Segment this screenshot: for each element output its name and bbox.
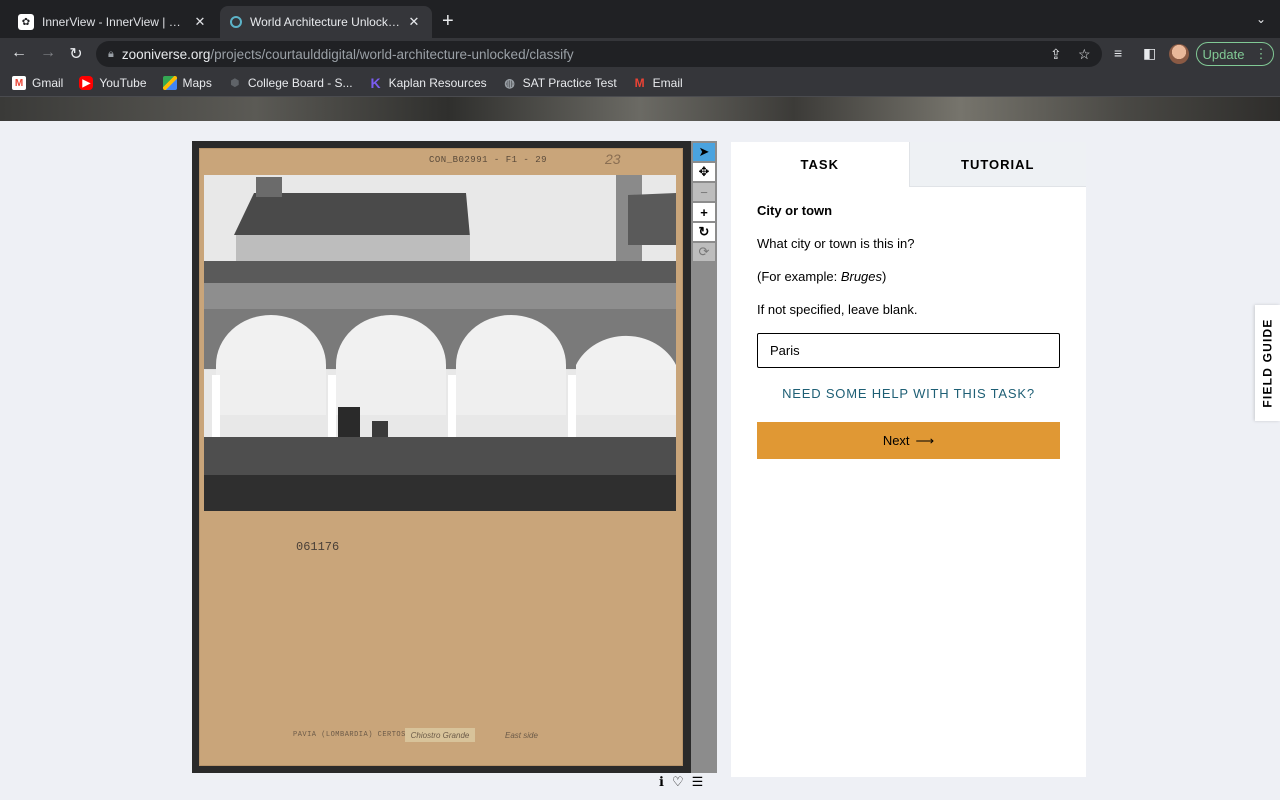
next-label: Next — [882, 433, 910, 448]
url-path: /projects/courtaulddigital/world-archite… — [210, 46, 574, 62]
gmail-icon: M — [634, 76, 645, 90]
reset-view-icon[interactable]: ⟳ — [693, 243, 715, 261]
kaplan-icon: K — [370, 75, 381, 91]
task-tabs: TASK TUTORIAL — [731, 142, 1086, 187]
tab-world-architecture[interactable]: World Architecture Unlocked » ✕ — [220, 6, 432, 38]
field-guide-label: FIELD GUIDE — [1260, 318, 1275, 408]
viewer-toolbar: ➤ ✥ − + ↻ ⟳ — [691, 141, 717, 773]
close-tab-icon[interactable]: ✕ — [406, 14, 422, 30]
bookmark-email[interactable]: M Email — [633, 76, 683, 90]
tab-tutorial[interactable]: TUTORIAL — [908, 142, 1086, 187]
bookmark-youtube[interactable]: ▶ YouTube — [79, 76, 147, 90]
bookmark-gmail[interactable]: M Gmail — [12, 76, 63, 90]
collections-list-icon[interactable]: ☰ — [692, 774, 704, 790]
architecture-photo — [204, 175, 676, 511]
tab-task[interactable]: TASK — [731, 142, 909, 187]
new-tab-icon[interactable]: + — [442, 10, 454, 33]
bookmarks-bar: M Gmail ▶ YouTube Maps ⬢ College Board -… — [0, 70, 1280, 97]
rotate-icon[interactable]: ↻ — [693, 223, 715, 241]
tab-title: World Architecture Unlocked » — [250, 15, 400, 29]
kebab-menu-icon: ⋮ — [1254, 46, 1268, 61]
innerview-icon: ✿ — [18, 14, 34, 30]
city-answer-input[interactable]: Paris — [757, 333, 1060, 368]
bookmark-label: Kaplan Resources — [388, 76, 487, 90]
example-suffix: ) — [882, 269, 887, 284]
tab-innerview[interactable]: ✿ InnerView - InnerView | Studen ✕ — [8, 6, 218, 38]
bookmark-label: Gmail — [32, 76, 64, 90]
forward-arrow-icon[interactable]: → — [38, 44, 58, 62]
bookmark-star-icon[interactable]: ☆ — [1078, 46, 1091, 63]
task-title: City or town — [757, 203, 833, 218]
task-question: What city or town is this in? — [757, 236, 915, 251]
reload-icon[interactable]: ↻ — [66, 44, 86, 64]
back-arrow-icon[interactable]: ← — [9, 44, 29, 62]
bookmark-sat-practice[interactable]: ◍ SAT Practice Test — [503, 76, 617, 90]
youtube-icon: ▶ — [79, 76, 94, 90]
favorite-heart-icon[interactable]: ♡ — [672, 774, 684, 790]
bookmark-maps[interactable]: Maps — [162, 76, 212, 90]
zoom-in-icon[interactable]: + — [693, 203, 715, 221]
browser-tab-strip: ✿ InnerView - InnerView | Studen ✕ World… — [0, 0, 1280, 38]
field-guide-tab[interactable]: FIELD GUIDE — [1255, 305, 1280, 421]
globe-icon: ◍ — [504, 76, 515, 90]
close-tab-icon[interactable]: ✕ — [192, 14, 208, 30]
maps-icon — [162, 76, 177, 90]
bookmark-label: SAT Practice Test — [522, 76, 617, 90]
bookmark-label: College Board - S... — [247, 76, 353, 90]
card-side-note: East side — [505, 731, 538, 740]
update-label: Update — [1202, 46, 1245, 62]
tab-search-chevron-icon[interactable]: ⌄ — [1256, 12, 1266, 26]
bookmark-label: Email — [652, 76, 683, 90]
task-example: (For example: Bruges) — [757, 269, 886, 284]
gmail-icon: M — [12, 76, 26, 90]
example-prefix: (For example: — [757, 269, 841, 284]
card-handwritten-number: 23 — [605, 151, 621, 167]
archive-card: CON_B02991 - F1 - 29 23 061176 PAVIA (LO… — [199, 148, 683, 766]
card-label-strip: Chiostro Grande — [405, 728, 475, 742]
subject-viewer[interactable]: CON_B02991 - F1 - 29 23 061176 PAVIA (LO… — [192, 141, 717, 773]
lock-icon: 🔒︎ — [108, 47, 114, 60]
share-icon[interactable]: ⇪ — [1050, 46, 1062, 63]
next-button[interactable]: Next ⟶ — [757, 422, 1060, 459]
move-tool-icon[interactable]: ✥ — [693, 163, 715, 181]
cloister-photo-illustration — [204, 175, 676, 511]
subject-meta-icons: ℹ︎ ♡ ☰ — [659, 774, 703, 790]
example-value: Bruges — [840, 269, 883, 284]
update-button[interactable]: Update ⋮ — [1196, 42, 1274, 66]
info-icon[interactable]: ℹ︎ — [659, 774, 664, 790]
zooniverse-icon — [230, 16, 242, 28]
bookmark-label: Maps — [182, 76, 212, 90]
card-caption: PAVIA (LOMBARDIA) CERTOSA, — [293, 731, 416, 739]
pointer-tool-icon[interactable]: ➤ — [693, 143, 715, 161]
college-board-icon: ⬢ — [230, 77, 240, 89]
card-code: CON_B02991 - F1 - 29 — [429, 155, 548, 165]
tab-title: InnerView - InnerView | Studen — [42, 15, 186, 29]
bookmark-label: YouTube — [99, 76, 147, 90]
media-queue-icon[interactable]: ≡ — [1114, 45, 1122, 61]
need-help-link[interactable]: NEED SOME HELP WITH THIS TASK? — [757, 386, 1060, 401]
task-instruction: If not specified, leave blank. — [757, 302, 918, 317]
url-host: zooniverse.org — [121, 46, 211, 62]
side-panel-icon[interactable]: ◧ — [1143, 45, 1156, 62]
arrow-right-icon: ⟶ — [915, 432, 935, 448]
bookmark-college-board[interactable]: ⬢ College Board - S... — [228, 76, 353, 90]
bookmark-kaplan[interactable]: K Kaplan Resources — [369, 75, 487, 91]
project-banner — [0, 97, 1280, 121]
card-stamp-number: 061176 — [296, 540, 340, 554]
zoom-out-icon[interactable]: − — [693, 183, 715, 201]
task-panel: TASK TUTORIAL City or town What city or … — [731, 142, 1086, 777]
address-bar[interactable]: 🔒︎ zooniverse.org/projects/courtaulddigi… — [96, 41, 1102, 67]
browser-toolbar: ← → ↻ 🔒︎ zooniverse.org/projects/courtau… — [0, 38, 1280, 70]
profile-avatar[interactable] — [1169, 44, 1189, 64]
